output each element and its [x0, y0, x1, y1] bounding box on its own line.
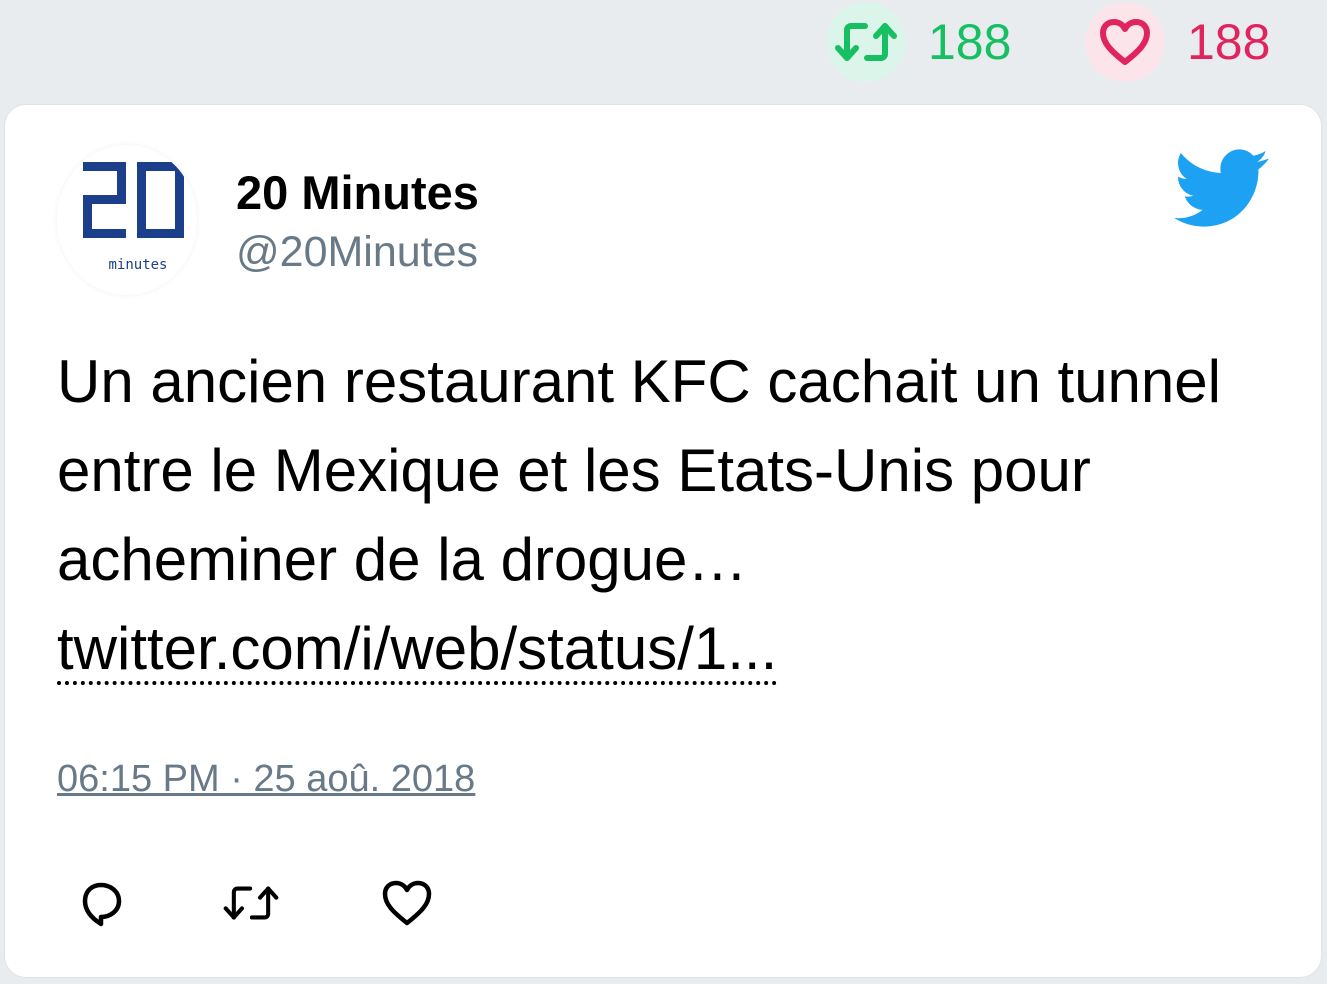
tweet-text: Un ancien restaurant KFC cachait un tunn… — [57, 348, 1221, 593]
retweet-icon-circle[interactable] — [826, 2, 906, 82]
tweet-link[interactable]: twitter.com/i/web/status/1... — [57, 619, 778, 685]
retweet-icon — [835, 23, 897, 61]
retweet-count: 188 — [928, 14, 1012, 70]
like-count: 188 — [1187, 14, 1271, 70]
avatar[interactable]: minutes — [57, 145, 197, 295]
avatar-sub-label: minutes — [108, 257, 167, 273]
heart-icon — [1100, 19, 1150, 65]
like-stat[interactable]: 188 — [1085, 2, 1270, 82]
retweet-button[interactable] — [223, 875, 279, 931]
author-handle[interactable]: @20Minutes — [236, 227, 478, 279]
like-button[interactable] — [379, 875, 435, 931]
heart-icon — [382, 880, 432, 926]
like-icon-circle[interactable] — [1085, 2, 1165, 82]
author-name[interactable]: 20 Minutes — [236, 165, 479, 221]
twitter-bird-icon[interactable] — [1173, 149, 1271, 229]
tweet-card: minutes 20 Minutes @20Minutes Un ancien … — [4, 104, 1322, 978]
twenty-minutes-logo: minutes — [57, 145, 197, 295]
engagement-bar: 188 188 — [0, 0, 1327, 100]
retweet-stat[interactable]: 188 — [826, 2, 1011, 82]
reply-icon — [82, 882, 122, 927]
reply-button[interactable] — [73, 875, 129, 931]
tweet-timestamp[interactable]: 06:15 PM · 25 aoû. 2018 — [57, 757, 475, 803]
retweet-icon — [223, 886, 279, 920]
tweet-body: Un ancien restaurant KFC cachait un tunn… — [57, 337, 1277, 693]
